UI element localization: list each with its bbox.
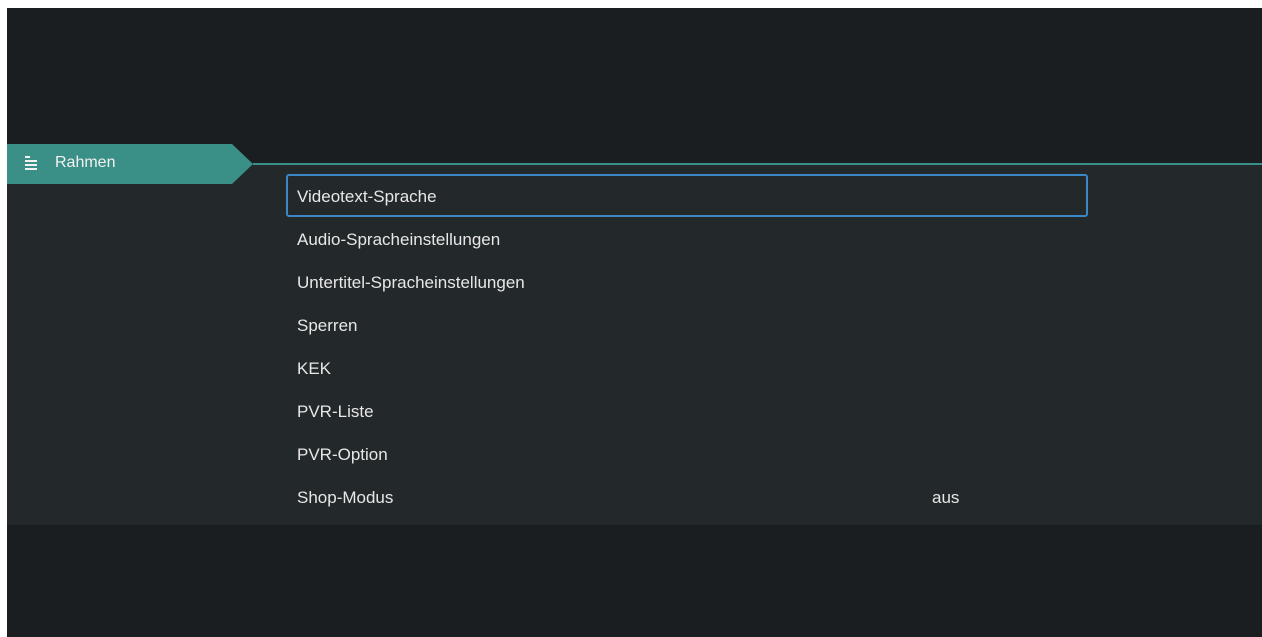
tv-settings-screen: Rahmen Videotext-Sprache Audio-Sprachein… <box>0 0 1262 637</box>
menu-item-label: Untertitel-Spracheinstellungen <box>297 273 525 292</box>
section-tab: Rahmen <box>7 144 253 184</box>
menu-item-sperren[interactable]: Sperren <box>286 303 1088 346</box>
menu-item-kek[interactable]: KEK <box>286 346 1088 389</box>
menu-item-label: PVR-Option <box>297 445 388 464</box>
menu-item-label: KEK <box>297 359 332 378</box>
menu-item-untertitel-spracheinstellungen[interactable]: Untertitel-Spracheinstellungen <box>286 260 1088 303</box>
section-tab-label: Rahmen <box>55 154 116 171</box>
shop-modus-value: aus <box>932 488 960 507</box>
settings-menu: Videotext-Sprache Audio-Spracheinstellun… <box>286 174 1088 518</box>
menu-item-videotext-sprache[interactable]: Videotext-Sprache <box>286 174 1088 217</box>
list-icon <box>25 156 37 170</box>
menu-item-pvr-liste[interactable]: PVR-Liste <box>286 389 1088 432</box>
menu-item-label: Shop-Modus <box>297 488 394 507</box>
menu-item-pvr-option[interactable]: PVR-Option <box>286 432 1088 475</box>
menu-item-shop-modus[interactable]: Shop-Modus aus <box>286 475 1088 518</box>
menu-item-label: PVR-Liste <box>297 402 374 421</box>
settings-window: Rahmen Videotext-Sprache Audio-Sprachein… <box>7 8 1262 637</box>
menu-item-label: Videotext-Sprache <box>297 187 437 206</box>
section-divider <box>253 163 1262 165</box>
menu-item-audio-spracheinstellungen[interactable]: Audio-Spracheinstellungen <box>286 217 1088 260</box>
menu-item-label: Audio-Spracheinstellungen <box>297 230 501 249</box>
menu-item-label: Sperren <box>297 316 358 335</box>
